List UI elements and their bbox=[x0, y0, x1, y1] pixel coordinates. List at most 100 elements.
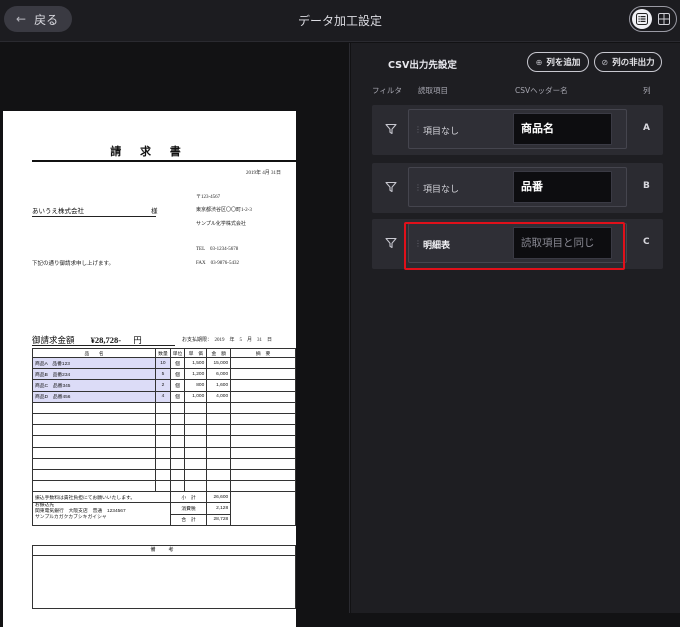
cell-price: 1,200 bbox=[184, 368, 208, 381]
csv-header-input[interactable]: 品番 bbox=[513, 171, 612, 203]
cell-price: 1,000 bbox=[184, 390, 208, 403]
title-rule bbox=[32, 160, 297, 162]
plus-circle-icon: ⊕ bbox=[535, 57, 543, 67]
invoice-title: 請 求 書 bbox=[110, 146, 189, 158]
page-title: データ加工設定 bbox=[297, 14, 382, 28]
total-value: 28,728 bbox=[206, 513, 232, 526]
cell-amount: 4,000 bbox=[206, 390, 232, 403]
column-headers: フィルタ 読取項目 CSVヘッダー名 列 bbox=[351, 85, 680, 97]
tax-label: 消費税 bbox=[169, 502, 208, 515]
sender-tel: TEL 03-1234-5678 bbox=[196, 247, 239, 252]
table-row-empty bbox=[31, 457, 296, 470]
table-row-empty bbox=[31, 412, 296, 426]
header-name: 品 名 bbox=[31, 348, 157, 358]
table-row-empty bbox=[31, 424, 296, 437]
list-icon bbox=[636, 13, 648, 25]
total-label: 合 計 bbox=[169, 513, 208, 526]
settings-header: CSV出力先設定 ⊕ 列を追加 ⊘ 列の非出力 bbox=[351, 51, 680, 75]
invoice-document: 請 求 書 2019年 4月 31日 〒123-4567 東京都渋谷区〇〇町1-… bbox=[3, 111, 297, 627]
cell-note bbox=[230, 379, 296, 392]
hide-column-label: 列の非出力 bbox=[612, 58, 655, 68]
table-header-row: 品 名 数量 単位 単 価 金 額 摘 要 bbox=[31, 348, 296, 358]
sender-address: 東京都渋谷区〇〇町1-2-3 bbox=[196, 208, 252, 213]
col-head-filter: フィルタ bbox=[372, 86, 402, 95]
tax-value: 2,128 bbox=[206, 502, 232, 515]
view-toggle bbox=[629, 6, 677, 32]
csv-header-input[interactable]: 読取項目と同じ bbox=[513, 227, 612, 259]
cell-price: 1,500 bbox=[184, 356, 208, 370]
filter-icon[interactable] bbox=[385, 181, 397, 193]
cell-qty: 5 bbox=[155, 368, 171, 381]
col-head-csv-header: CSVヘッダー名 bbox=[515, 86, 568, 95]
due-date: お支払期限： 2019 年 5 月 31 日 bbox=[182, 338, 273, 343]
bank-info-cell: お振込先 関東電気銀行 大阪支店 普通 1234567 サンプルカガクカブシキガ… bbox=[32, 502, 171, 526]
table-row: 商品A 品番123 10 個 1,500 15,000 bbox=[31, 356, 296, 370]
sender-company: サンプル化学株式会社 bbox=[196, 222, 246, 227]
cell-unit: 個 bbox=[169, 356, 186, 370]
mapping-row: ⋮⋮ 項目なし 品番 B bbox=[372, 163, 663, 213]
source-select[interactable]: ⋮⋮ 項目なし 品番 bbox=[408, 167, 627, 207]
table-row-empty bbox=[31, 468, 296, 482]
customer-underline bbox=[32, 216, 156, 217]
table-row: 商品B 品番234 5 個 1,200 6,000 bbox=[31, 368, 296, 381]
customer-name: あいうえ株式会社 bbox=[32, 208, 84, 215]
table-row-empty bbox=[31, 435, 296, 448]
source-select[interactable]: ⋮⋮ 明細表 読取項目と同じ bbox=[408, 223, 627, 263]
column-letter: B bbox=[643, 181, 650, 191]
header-qty: 数量 bbox=[155, 348, 171, 358]
ban-icon: ⊘ bbox=[601, 57, 609, 67]
source-label: 明細表 bbox=[423, 241, 451, 251]
source-label: 項目なし bbox=[423, 185, 460, 195]
amount-label: 御請求金額 bbox=[32, 335, 75, 345]
settings-title: CSV出力先設定 bbox=[388, 60, 457, 71]
amount-value: ¥28,728- bbox=[90, 335, 122, 345]
header-note: 摘 要 bbox=[230, 348, 296, 358]
add-column-label: 列を追加 bbox=[546, 58, 581, 68]
header-price: 単 価 bbox=[184, 348, 208, 358]
cell-name: 商品B 品番234 bbox=[31, 368, 157, 381]
amount-unit: 円 bbox=[133, 335, 142, 345]
cell-unit: 個 bbox=[169, 368, 186, 381]
remarks-box: 備 考 bbox=[32, 545, 296, 609]
table-row: 商品D 品番456 4 個 1,000 4,000 bbox=[31, 390, 296, 403]
csv-settings-pane: CSV出力先設定 ⊕ 列を追加 ⊘ 列の非出力 フィルタ 読取項目 CSVヘッダ… bbox=[351, 43, 680, 613]
cell-qty: 4 bbox=[155, 390, 171, 403]
items-table: 品 名 数量 単位 単 価 金 額 摘 要 商品A 品番123 10 個 1,5… bbox=[31, 348, 296, 526]
subtotal-label: 小 計 bbox=[169, 491, 208, 504]
header-unit: 単位 bbox=[169, 348, 186, 358]
hide-column-button[interactable]: ⊘ 列の非出力 bbox=[594, 52, 662, 72]
grid-view-button[interactable] bbox=[654, 9, 674, 29]
top-bar: ← 戻る データ加工設定 bbox=[0, 0, 680, 42]
mapping-row: ⋮⋮ 項目なし 商品名 A bbox=[372, 105, 663, 155]
amount-underline bbox=[32, 345, 175, 346]
invoice-message: 下記の通り御請求申し上げます。 bbox=[32, 261, 114, 267]
remarks-label: 備 考 bbox=[33, 546, 295, 556]
subtotal-row: 振込手数料は貴社負担にてお願いいたします。 小 計 26,600 bbox=[32, 491, 296, 526]
document-preview-pane: 請 求 書 2019年 4月 31日 〒123-4567 東京都渋谷区〇〇町1-… bbox=[0, 43, 350, 627]
filter-icon[interactable] bbox=[385, 237, 397, 249]
grid-icon bbox=[658, 13, 670, 25]
invoice-date: 2019年 4月 31日 bbox=[246, 171, 282, 176]
sender-fax: FAX 03-9876-5432 bbox=[196, 261, 239, 266]
cell-name: 商品C 品番345 bbox=[31, 379, 157, 392]
csv-header-input[interactable]: 商品名 bbox=[513, 113, 612, 145]
cell-amount: 1,600 bbox=[206, 379, 232, 392]
table-row-empty bbox=[31, 401, 296, 414]
table-row: 商品C 品番345 2 個 800 1,600 bbox=[31, 379, 296, 392]
cell-amount: 6,000 bbox=[206, 368, 232, 381]
fee-note: 振込手数料は貴社負担にてお願いいたします。 bbox=[32, 491, 171, 504]
cell-qty: 2 bbox=[155, 379, 171, 392]
cell-name: 商品D 品番456 bbox=[31, 390, 157, 403]
cell-price: 800 bbox=[184, 379, 208, 392]
list-view-button[interactable] bbox=[632, 9, 652, 29]
source-select[interactable]: ⋮⋮ 項目なし 商品名 bbox=[408, 109, 627, 149]
filter-icon[interactable] bbox=[385, 123, 397, 135]
add-column-button[interactable]: ⊕ 列を追加 bbox=[527, 52, 589, 72]
cell-qty: 10 bbox=[155, 356, 171, 370]
cell-unit: 個 bbox=[169, 379, 186, 392]
column-letter: A bbox=[643, 123, 650, 133]
cell-amount: 15,000 bbox=[206, 356, 232, 370]
bank-name: サンプルカガクカブシキガイシャ bbox=[35, 515, 107, 521]
header-amount: 金 額 bbox=[206, 348, 232, 358]
source-label: 項目なし bbox=[423, 127, 460, 137]
